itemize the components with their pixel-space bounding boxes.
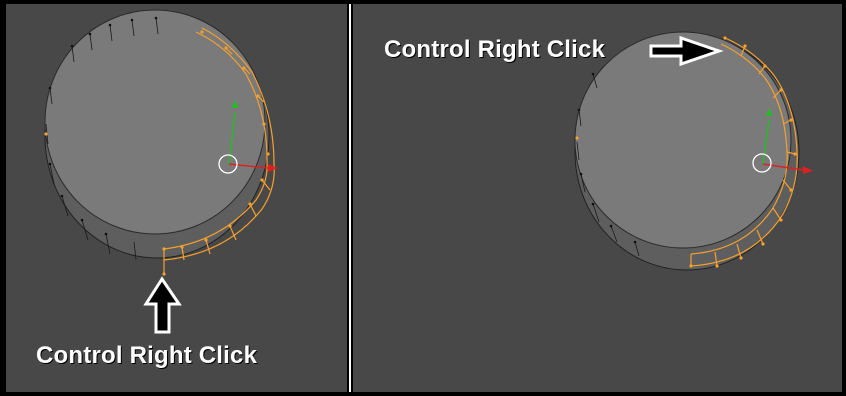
viewport-right[interactable]: Control Right Click	[353, 4, 842, 392]
arrow-up-icon	[143, 276, 182, 334]
viewport-left[interactable]: Control Right Click	[6, 4, 347, 392]
caption-right: Control Right Click	[384, 36, 606, 63]
cylinder-mesh-left[interactable]	[6, 4, 347, 392]
caption-left: Control Right Click	[36, 342, 258, 369]
